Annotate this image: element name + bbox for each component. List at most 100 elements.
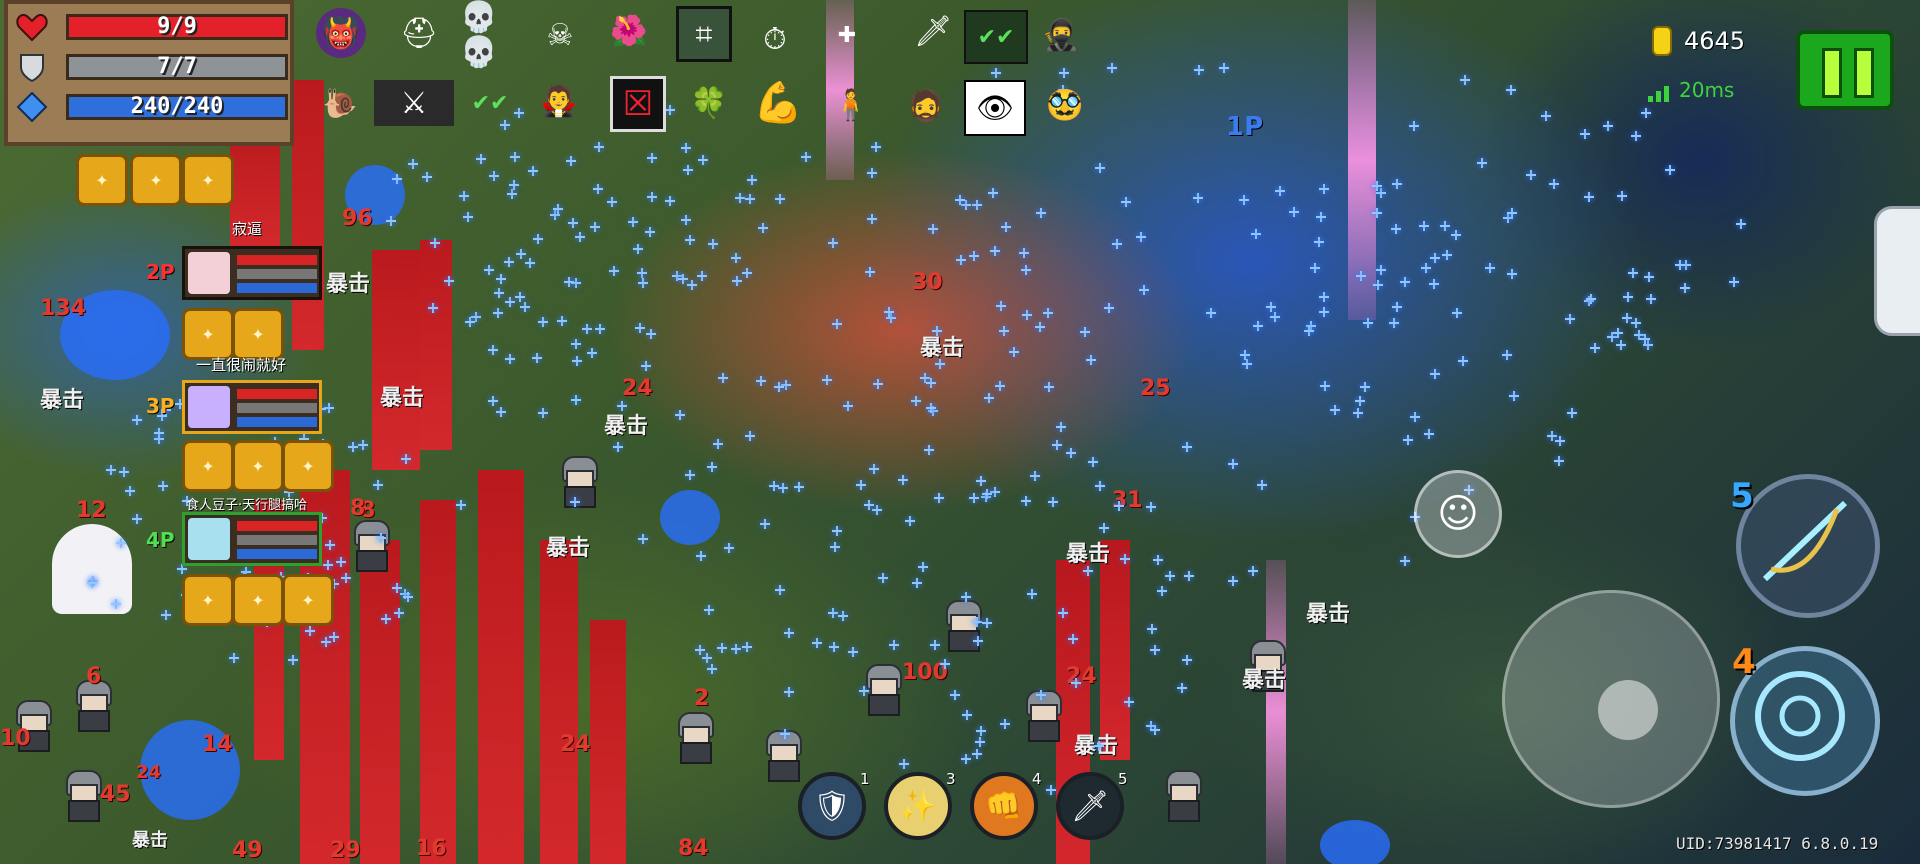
water-splash (1320, 820, 1390, 864)
skill-slot-number: 3 (946, 770, 956, 788)
enemy-soldier (860, 664, 904, 716)
sparkle-effect (741, 641, 752, 652)
maze-buff-icon[interactable]: ⌗ (676, 6, 732, 62)
check-list-buff-icon[interactable]: ✔✔ (964, 10, 1028, 64)
eye-buff-icon[interactable]: 👁 (964, 80, 1026, 136)
red-flower-buff-icon[interactable]: 🌺 (604, 6, 654, 56)
pause-button[interactable] (1796, 30, 1894, 110)
player-4p-card[interactable] (182, 512, 322, 566)
sparkle-effect (955, 255, 966, 266)
penguin-icon[interactable] (1874, 206, 1920, 336)
sparkle-effect (571, 356, 582, 367)
sparkle-effect (607, 196, 618, 207)
sparkle-effect (1316, 212, 1327, 223)
sparkle-effect (994, 380, 1005, 391)
armor-value: 7/7 (157, 54, 197, 79)
skill-shield-button[interactable]: 🛡 (798, 772, 866, 840)
demon-helmet-buff-icon[interactable]: 👹 (316, 8, 366, 58)
crit-label: 暴击 (40, 388, 85, 413)
skill-light-button[interactable]: ✨ (884, 772, 952, 840)
skill-blade-button[interactable]: 🗡 (1056, 772, 1124, 840)
smiley-icon[interactable]: ☺ (1414, 470, 1502, 558)
sparkle-effect (1410, 412, 1421, 423)
sparkle-effect (1270, 312, 1281, 323)
sparkle-effect (755, 375, 766, 386)
ghost-enemy (52, 524, 132, 614)
sword-buff-icon[interactable]: 🗡 (908, 6, 958, 56)
damage-number: 14 (202, 732, 233, 757)
skeleton-buff-icon[interactable]: ☠ (530, 10, 590, 60)
clock-buff-icon[interactable]: ⏱ (750, 14, 800, 64)
sparkle-effect (632, 244, 643, 255)
sparkle-effect (1228, 458, 1239, 469)
crit-label: 暴击 (1306, 602, 1351, 627)
skull-row-buff-icon[interactable]: 💀💀 (460, 0, 530, 70)
energy-row: 240/240 (16, 90, 288, 124)
sparkle-effect (124, 486, 135, 497)
sparkle-effect (975, 737, 986, 748)
energy-value: 240/240 (130, 94, 224, 119)
ninja-buff-icon[interactable]: 🥷 (1036, 10, 1086, 60)
player-2p-armor-bar (237, 269, 317, 279)
sparkle-effect (1403, 434, 1414, 445)
muscle-buff-icon[interactable]: 💪 (748, 72, 808, 132)
sparkle-effect (636, 267, 647, 278)
sparkle-effect (568, 218, 579, 229)
sparkle-effect (1616, 191, 1627, 202)
blue-figure-buff-icon[interactable]: 🧍 (826, 80, 876, 130)
sparkle-effect (707, 239, 718, 250)
joystick-knob[interactable] (1598, 680, 1658, 740)
sparkle-effect (525, 258, 536, 269)
viking-buff-icon[interactable]: 🧔 (896, 76, 956, 136)
clover-buff-icon[interactable]: 🍀 (684, 78, 734, 128)
skill-fist-button[interactable]: 👊 (970, 772, 1038, 840)
sparkle-effect (507, 188, 518, 199)
damage-number: 12 (76, 498, 107, 523)
rogue-buff-icon[interactable]: 🥸 (1040, 80, 1090, 130)
sparkle-effect (831, 526, 842, 537)
sparkle-effect (537, 316, 548, 327)
weapon-rack-buff-icon[interactable]: ⚔ (374, 80, 454, 126)
network-status: 20ms (1648, 78, 1734, 102)
cancel-box-buff-icon[interactable]: ☒ (610, 76, 666, 132)
player-stats-panel: 9/9 7/7 240/240 (4, 0, 294, 146)
sparkle-effect (1001, 221, 1011, 232)
damage-number: 84 (678, 836, 709, 861)
sparkle-effect (990, 68, 1001, 79)
player-2p-card[interactable] (182, 246, 322, 300)
damage-number: 24 (622, 376, 653, 401)
check-buff-icon[interactable]: ✔✔ (460, 80, 520, 126)
sparkle-effect (1288, 206, 1299, 217)
sparkle-effect (570, 395, 581, 406)
sparkle-effect (976, 476, 987, 487)
sparkle-effect (793, 481, 804, 492)
player-3p-card[interactable] (182, 380, 322, 434)
damage-number: 30 (912, 270, 943, 295)
sparkle-effect (723, 543, 734, 553)
sparkle-effect (1428, 279, 1439, 290)
sparkle-effect (871, 504, 882, 515)
sparkle-effect (154, 434, 165, 445)
sparkle-effect (553, 203, 564, 214)
villain-buff-icon[interactable]: 🧛 (534, 76, 584, 126)
sparkle-effect (1580, 128, 1591, 139)
sparkle-effect (969, 250, 980, 261)
sparkle-effect (926, 378, 937, 389)
sparkle-effect (514, 291, 525, 302)
sparkle-effect (681, 143, 692, 154)
sparkle-effect (911, 396, 922, 407)
player-4p-armor-bar (237, 535, 317, 545)
sparkle-effect (1639, 334, 1650, 345)
sparkle-effect (1029, 470, 1040, 481)
sparkle-effect (962, 709, 973, 720)
enemy-soldier (760, 730, 804, 782)
damage-number: 8 (350, 496, 366, 521)
sparkle-effect (1319, 307, 1330, 318)
golden-helmet-buff-icon[interactable]: ⛑ (394, 8, 444, 58)
snail-buff-icon[interactable]: 🐌 (310, 80, 370, 126)
sparkle-effect (1643, 339, 1654, 350)
sparkle-effect (1206, 307, 1217, 318)
sparkle-effect (1476, 158, 1487, 169)
plus-buff-icon[interactable]: ✚ (812, 10, 882, 60)
crit-label: 暴击 (380, 386, 425, 411)
